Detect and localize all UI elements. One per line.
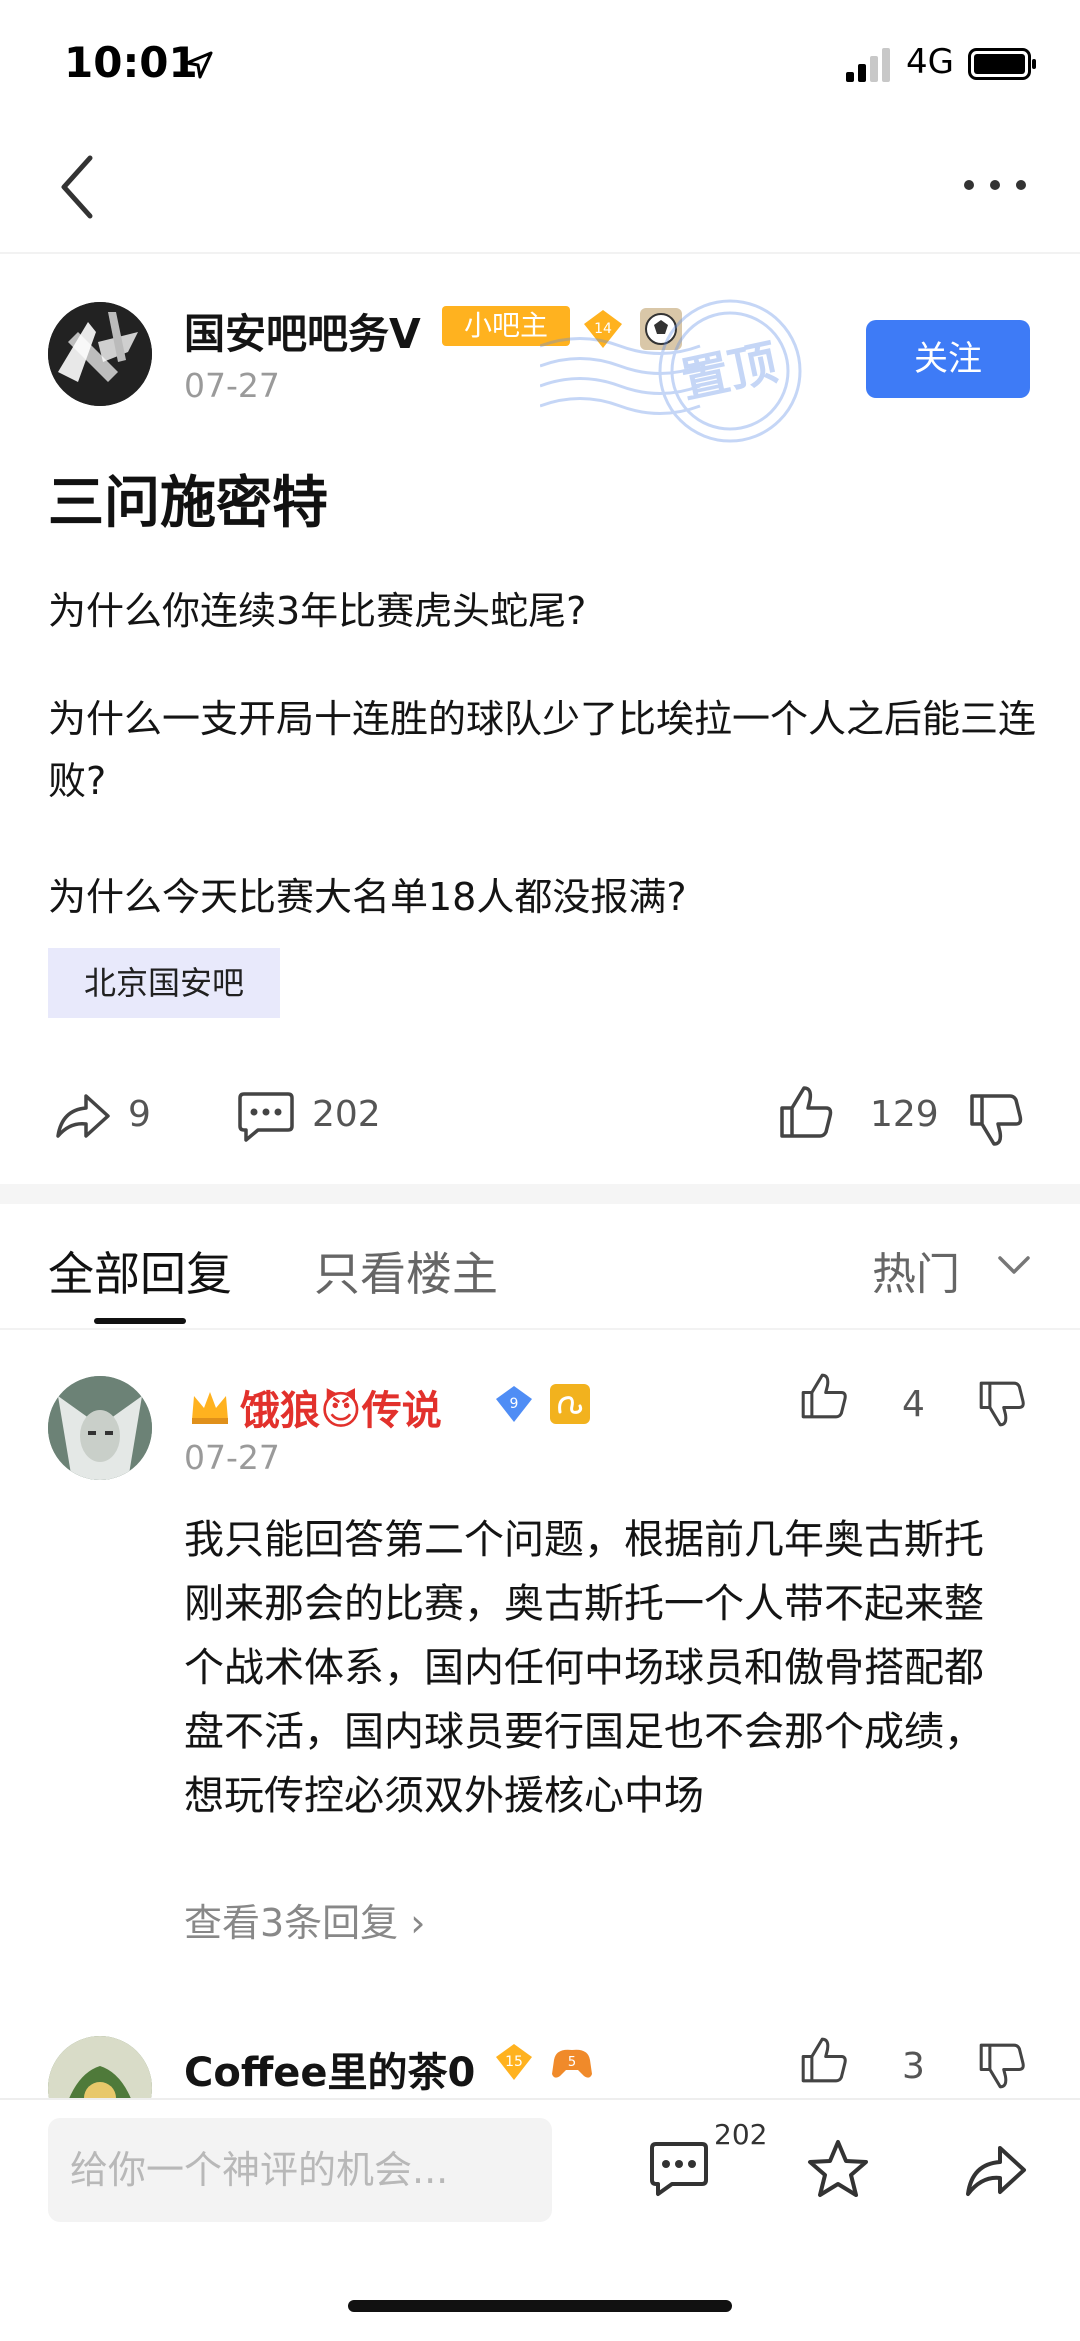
dislike-icon[interactable]: [976, 1378, 1028, 1430]
level-diamond-icon: 15: [496, 2044, 532, 2080]
home-indicator: [348, 2300, 732, 2312]
comment-avatar[interactable]: [48, 1376, 152, 1480]
status-time: 10:01: [64, 38, 198, 87]
like-icon[interactable]: [776, 1082, 836, 1142]
comment-icon[interactable]: [646, 2136, 712, 2202]
level-diamond-icon: 9: [496, 1386, 532, 1422]
tab-all-replies[interactable]: 全部回复: [48, 1238, 232, 1304]
comment-input[interactable]: [48, 2118, 552, 2222]
comment-author[interactable]: Coffee里的茶0: [184, 2040, 475, 2098]
dislike-icon[interactable]: [976, 2040, 1028, 2092]
post-title: 三问施密特: [48, 471, 328, 536]
comment-count: 202: [312, 1094, 381, 1135]
follow-button[interactable]: 关注: [866, 320, 1030, 398]
crown-icon: [192, 1392, 228, 1424]
post-paragraph: 为什么今天比赛大名单18人都没报满?: [48, 875, 687, 919]
view-replies-label: 查看3条回复: [184, 1901, 399, 1945]
signal-icon: [846, 48, 890, 82]
comment-icon[interactable]: [236, 1086, 296, 1146]
view-replies-link[interactable]: 查看3条回复 ›: [184, 1892, 425, 1947]
level-number: 5: [568, 2055, 576, 2070]
section-divider: [0, 1184, 1080, 1204]
leo-zodiac-icon: [550, 1384, 590, 1424]
network-label: 4G: [906, 42, 954, 82]
post-paragraph: 为什么一支开局十连胜的球队少了比埃拉一个人之后能三连败?: [48, 697, 1037, 803]
location-arrow-icon: [185, 51, 213, 79]
dislike-icon[interactable]: [966, 1090, 1026, 1150]
chevron-down-icon[interactable]: [994, 1250, 1034, 1280]
author-avatar[interactable]: [48, 302, 152, 406]
tab-active-indicator: [94, 1318, 186, 1324]
level-number: 9: [510, 1396, 519, 1412]
pinned-stamp-icon: 置顶: [540, 299, 802, 443]
like-icon[interactable]: [798, 2034, 850, 2086]
battery-icon: [968, 48, 1036, 80]
star-icon[interactable]: [804, 2136, 872, 2204]
comment-like-count: 3: [902, 2046, 925, 2087]
gamepad-badge-icon: 5: [552, 2049, 592, 2078]
back-icon[interactable]: [56, 152, 102, 222]
level-number: 15: [505, 2054, 523, 2070]
comment-like-count: 4: [902, 1384, 925, 1425]
tab-divider: [0, 1328, 1080, 1330]
comment-date: 07-27: [184, 1438, 280, 1477]
like-count: 129: [870, 1094, 939, 1135]
share-count: 9: [128, 1094, 151, 1135]
nav-divider: [0, 252, 1080, 254]
forum-tag[interactable]: 北京国安吧: [48, 948, 281, 1018]
sort-dropdown[interactable]: 热门: [872, 1238, 960, 1302]
share-icon[interactable]: [52, 1086, 112, 1146]
author-name[interactable]: 国安吧吧务V: [184, 300, 421, 360]
like-icon[interactable]: [798, 1370, 850, 1422]
post-date: 07-27: [184, 366, 280, 405]
tab-op-only[interactable]: 只看楼主: [314, 1238, 498, 1304]
chevron-right-icon: ›: [410, 1901, 426, 1945]
more-icon[interactable]: [960, 170, 1030, 200]
comment-count-badge: 202: [714, 2118, 768, 2151]
stamp-text: 置顶: [676, 335, 782, 410]
comment-body: 我只能回答第二个问题，根据前几年奥古斯托刚来那会的比赛，奥古斯托一个人带不起来整…: [184, 1517, 984, 1819]
share-icon[interactable]: [962, 2138, 1030, 2202]
comment-author[interactable]: 饿狼😈传说: [240, 1378, 442, 1436]
post-paragraph: 为什么你连续3年比赛虎头蛇尾?: [48, 589, 587, 633]
